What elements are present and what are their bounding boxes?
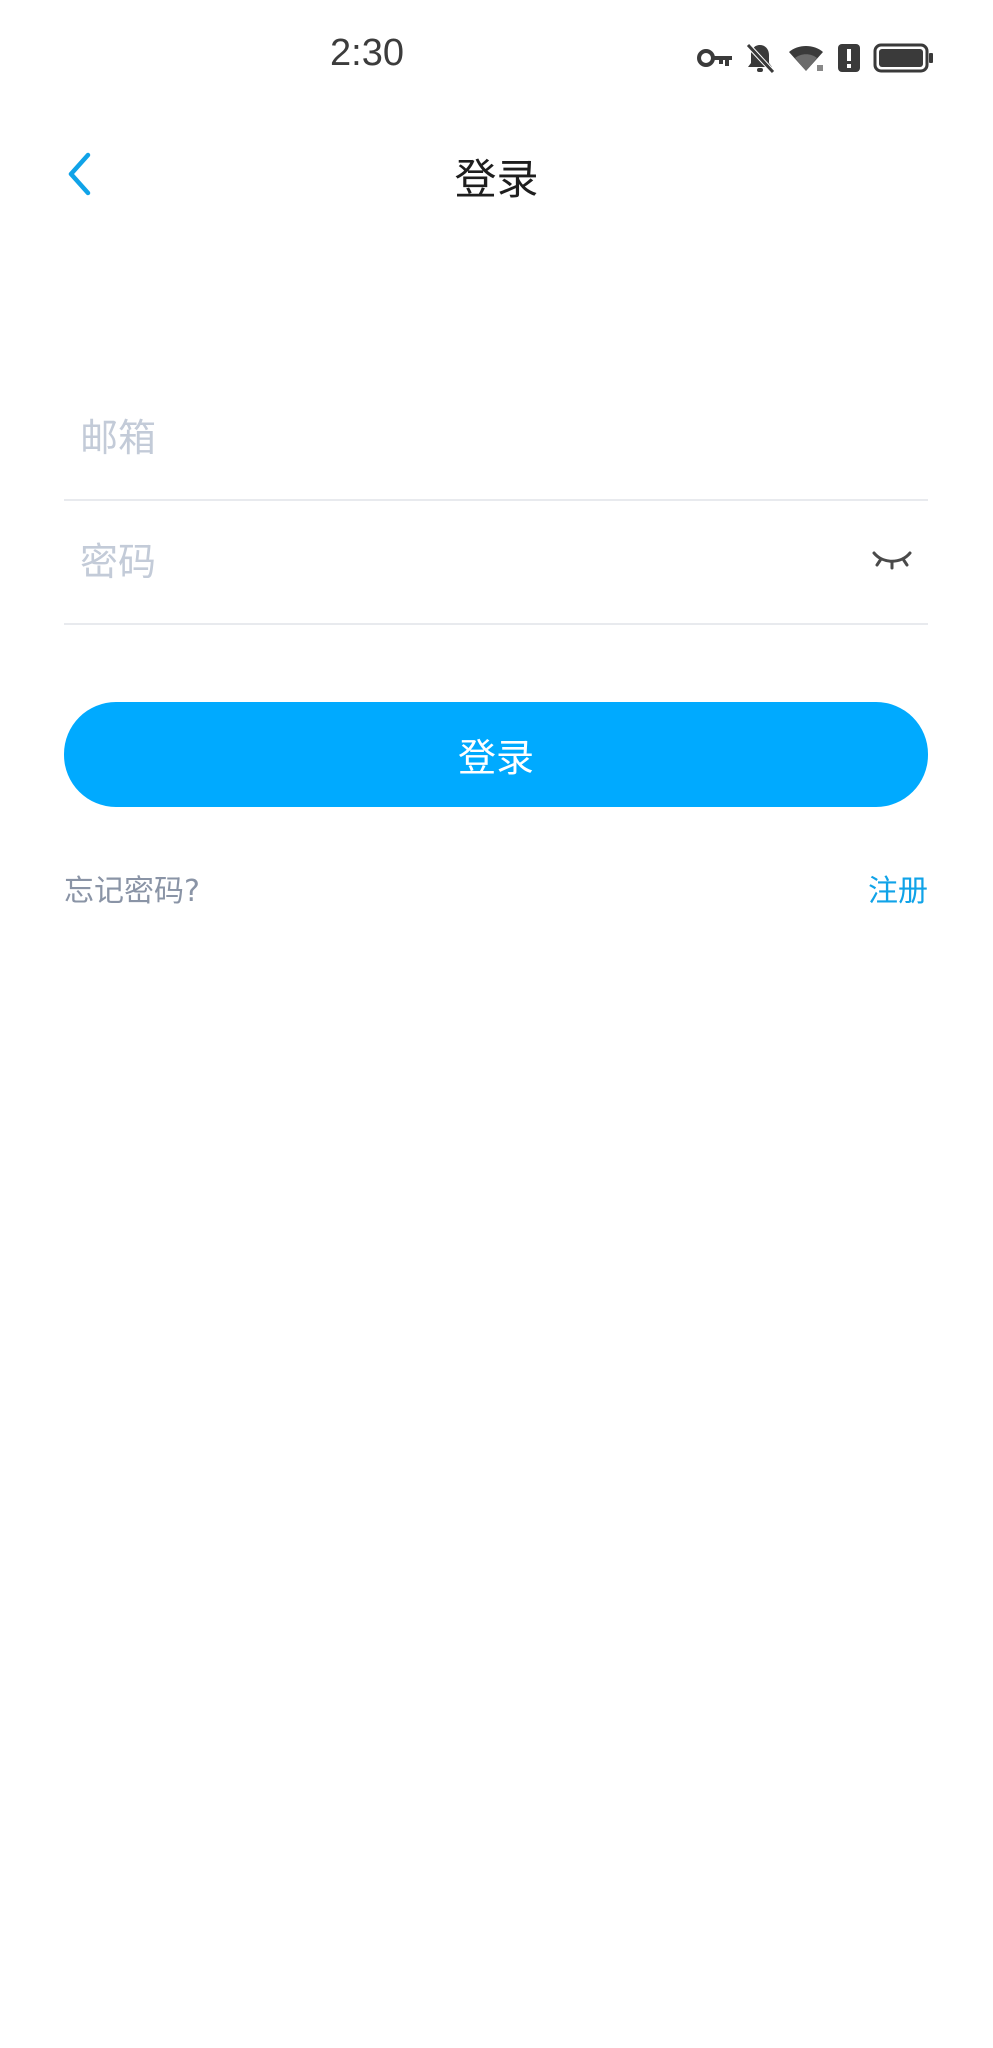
login-button[interactable]: 登录 xyxy=(64,702,928,807)
status-bar: 2:30 xyxy=(0,0,993,116)
wifi-icon xyxy=(787,43,825,73)
email-input[interactable] xyxy=(78,406,842,470)
register-link[interactable]: 注册 xyxy=(868,866,928,910)
vpn-key-icon xyxy=(697,46,733,70)
battery-icon xyxy=(873,43,935,73)
forgot-password-link[interactable]: 忘记密码? xyxy=(64,866,200,910)
password-input[interactable] xyxy=(78,530,842,594)
page-title: 登录 xyxy=(454,155,539,204)
email-field-container xyxy=(64,376,928,501)
status-time: 2:30 xyxy=(330,32,404,74)
password-visibility-toggle[interactable] xyxy=(868,540,916,584)
alert-icon xyxy=(837,43,861,73)
password-field-container xyxy=(64,500,928,625)
eye-closed-icon xyxy=(871,548,913,576)
nav-header: 登录 xyxy=(0,130,993,220)
bell-off-icon xyxy=(745,42,775,74)
status-icons xyxy=(697,36,935,80)
